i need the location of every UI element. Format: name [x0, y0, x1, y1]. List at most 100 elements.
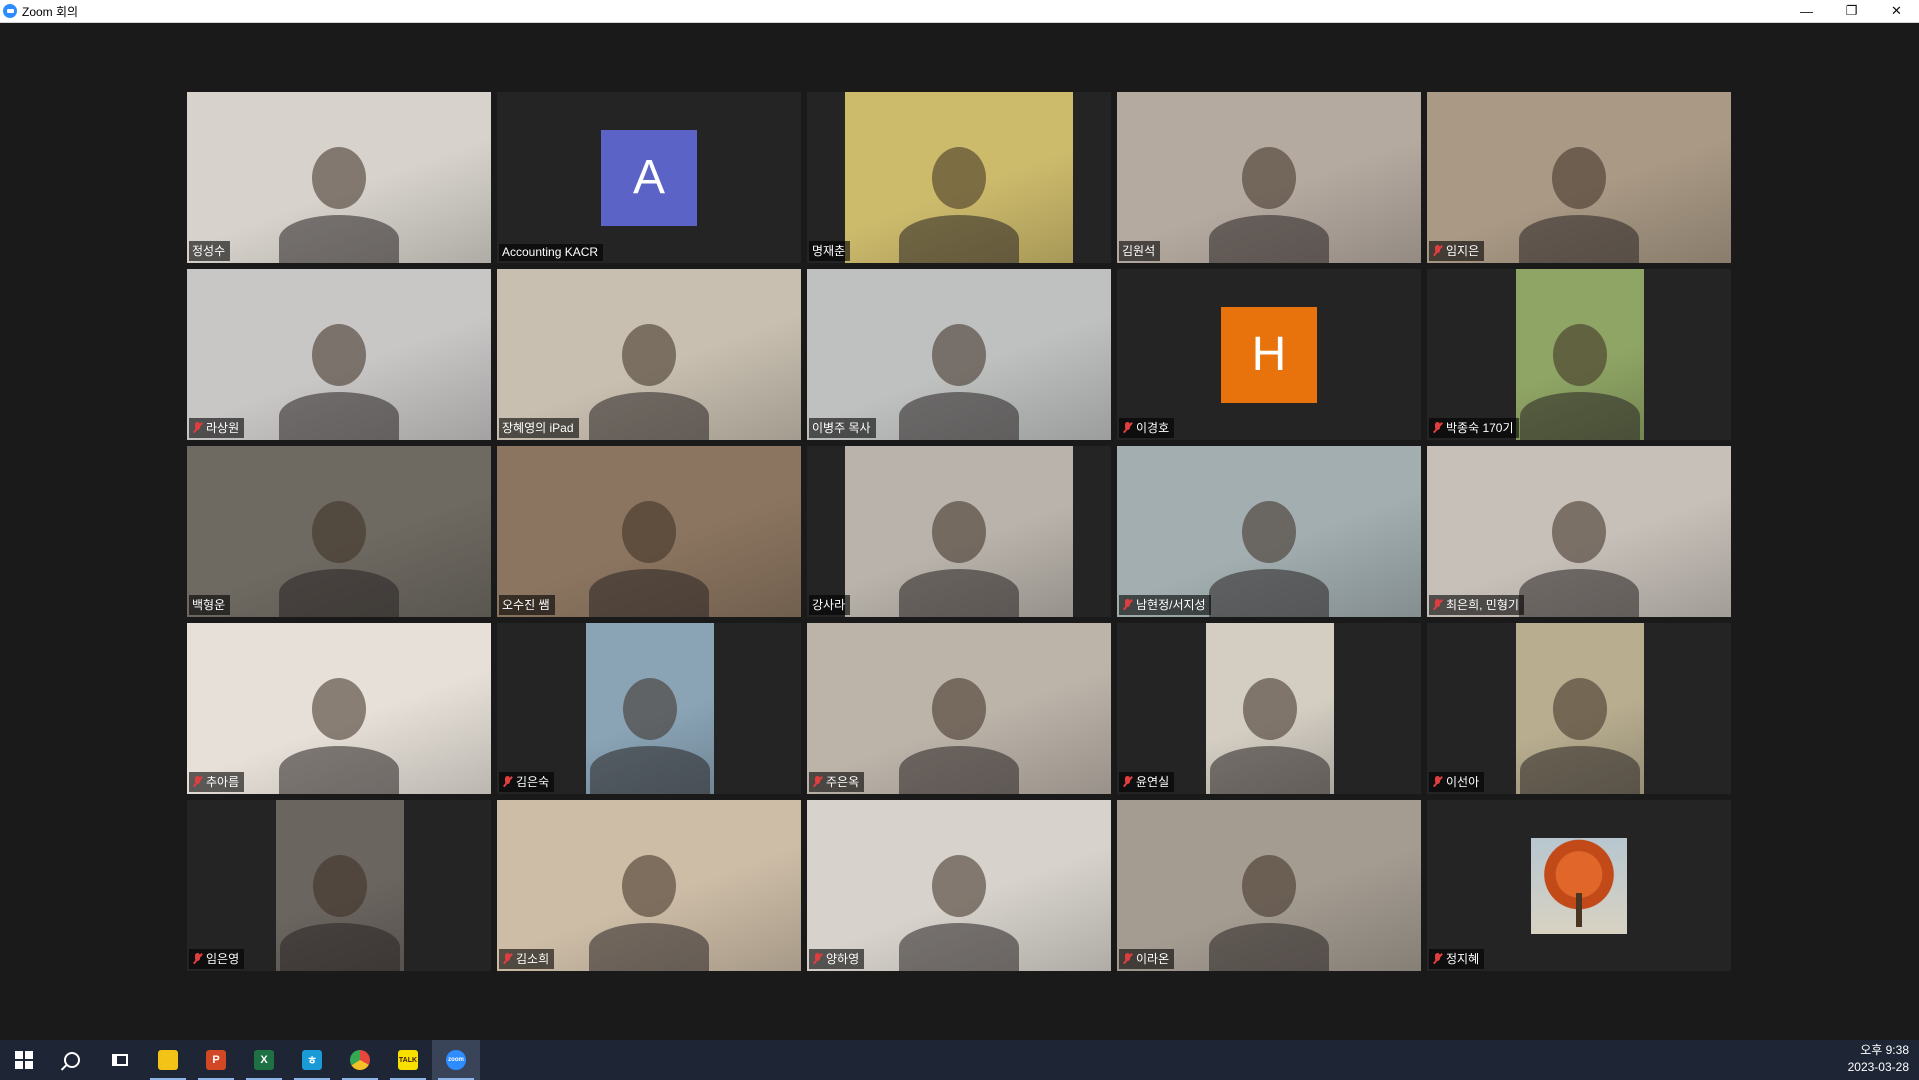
microphone-muted-icon — [1122, 953, 1133, 964]
participant-nameplate: 박종숙 170기 — [1429, 418, 1519, 438]
participant-name: 이라온 — [1136, 952, 1170, 966]
participant-tile[interactable]: 이라온 — [1117, 800, 1421, 971]
participant-name: 명재춘 — [812, 244, 846, 258]
person-silhouette — [1552, 146, 1606, 209]
participant-nameplate: 장혜영의 iPad — [499, 418, 579, 438]
participant-name: 추아름 — [206, 775, 240, 789]
participant-tile[interactable]: 명재춘 — [807, 92, 1111, 263]
person-silhouette — [279, 392, 399, 440]
participant-tile[interactable]: 백형운 — [187, 446, 491, 617]
participant-nameplate: 김원석 — [1119, 241, 1161, 261]
person-silhouette — [1553, 323, 1607, 386]
participant-name: 임지은 — [1446, 244, 1480, 258]
participant-tile[interactable]: 최은희, 민형기 — [1427, 446, 1731, 617]
participant-name: 최은희, 민형기 — [1446, 598, 1519, 612]
participant-tile[interactable]: 장혜영의 iPad — [497, 269, 801, 440]
person-silhouette — [312, 146, 366, 209]
start-button-taskbar-button[interactable] — [0, 1040, 48, 1080]
participant-tile[interactable]: 오수진 쌤 — [497, 446, 801, 617]
window-title: Zoom 회의 — [22, 4, 79, 19]
participant-tile[interactable]: 이선아 — [1427, 623, 1731, 794]
microphone-muted-icon — [1432, 776, 1443, 787]
participant-tile[interactable]: 이병주 목사 — [807, 269, 1111, 440]
participant-name: 김소희 — [516, 952, 550, 966]
zoom-icon: zoom — [446, 1050, 466, 1070]
participant-video — [187, 92, 491, 263]
participant-tile[interactable]: 임은영 — [187, 800, 491, 971]
microphone-muted-icon — [1432, 245, 1443, 256]
participant-video — [1427, 446, 1731, 617]
microphone-muted-icon — [502, 776, 513, 787]
participant-name: 정지혜 — [1446, 952, 1480, 966]
participant-tile[interactable]: 박종숙 170기 — [1427, 269, 1731, 440]
participant-tile[interactable]: 남현정/서지성 — [1117, 446, 1421, 617]
taskbar-clock[interactable]: 오후 9:38 2023-03-28 — [1848, 1042, 1909, 1078]
hangul-icon: ㅎ — [302, 1050, 322, 1070]
microphone-muted-icon — [1122, 599, 1133, 610]
participant-nameplate: 이경호 — [1119, 418, 1175, 438]
person-silhouette — [279, 746, 399, 794]
minimize-button[interactable]: — — [1784, 0, 1829, 22]
person-silhouette — [1519, 569, 1639, 617]
participant-video — [187, 623, 491, 794]
meeting-stage: 정성수 A Accounting KACR 명재춘 김원석 임지은라상원 장혜영의 iPad… — [0, 23, 1919, 1038]
close-button[interactable]: ✕ — [1874, 0, 1919, 22]
participant-tile[interactable]: 김소희 — [497, 800, 801, 971]
participant-tile[interactable]: H 이경호 — [1117, 269, 1421, 440]
person-silhouette — [312, 323, 366, 386]
file-explorer-taskbar-button[interactable] — [144, 1040, 192, 1080]
participant-tile[interactable]: 임지은 — [1427, 92, 1731, 263]
participant-video — [1516, 269, 1644, 440]
participant-video — [845, 92, 1073, 263]
participant-nameplate: 임은영 — [189, 949, 245, 969]
task-view-button-taskbar-button[interactable] — [96, 1040, 144, 1080]
powerpoint-taskbar-button[interactable]: P — [192, 1040, 240, 1080]
participant-video — [1427, 92, 1731, 263]
participant-nameplate: 임지은 — [1429, 241, 1485, 261]
person-silhouette — [932, 146, 986, 209]
person-silhouette — [932, 677, 986, 740]
person-silhouette — [313, 854, 367, 917]
participant-tile[interactable]: 양하영 — [807, 800, 1111, 971]
participant-name: 정성수 — [192, 244, 226, 258]
zoom-taskbar-button[interactable]: zoom — [432, 1040, 480, 1080]
participant-tile[interactable]: A Accounting KACR — [497, 92, 801, 263]
chrome-taskbar-button[interactable] — [336, 1040, 384, 1080]
person-silhouette — [622, 323, 676, 386]
person-silhouette — [899, 923, 1019, 971]
participant-name: 이선아 — [1446, 775, 1480, 789]
participant-name: 강사라 — [812, 598, 846, 612]
participant-tile[interactable]: 주은옥 — [807, 623, 1111, 794]
person-silhouette — [1209, 569, 1329, 617]
participant-nameplate: 정성수 — [189, 241, 231, 261]
participant-tile[interactable]: 강사라 — [807, 446, 1111, 617]
participant-nameplate: 주은옥 — [809, 772, 865, 792]
participant-video — [807, 623, 1111, 794]
person-silhouette — [1519, 215, 1639, 263]
participant-tile[interactable]: 김은숙 — [497, 623, 801, 794]
participant-name: 남현정/서지성 — [1136, 598, 1206, 612]
person-silhouette — [589, 392, 709, 440]
powerpoint-icon: P — [206, 1050, 226, 1070]
participant-video — [807, 800, 1111, 971]
participant-name: 임은영 — [206, 952, 240, 966]
participant-tile[interactable]: 김원석 — [1117, 92, 1421, 263]
clock-time: 오후 9:38 — [1860, 1043, 1909, 1057]
participant-tile[interactable]: 정성수 — [187, 92, 491, 263]
participant-name: 백형운 — [192, 598, 226, 612]
participant-name: 박종숙 170기 — [1446, 421, 1514, 435]
kakaotalk-taskbar-button[interactable]: TALK — [384, 1040, 432, 1080]
search-icon — [64, 1052, 80, 1068]
restore-button[interactable]: ❐ — [1829, 0, 1874, 22]
participant-name: 양하영 — [826, 952, 860, 966]
excel-taskbar-button[interactable]: X — [240, 1040, 288, 1080]
hangul-taskbar-button[interactable]: ㅎ — [288, 1040, 336, 1080]
participant-tile[interactable]: 추아름 — [187, 623, 491, 794]
person-silhouette — [1553, 677, 1607, 740]
search-button-taskbar-button[interactable] — [48, 1040, 96, 1080]
participant-tile[interactable]: 윤연실 — [1117, 623, 1421, 794]
participant-tile[interactable]: 라상원 — [187, 269, 491, 440]
person-silhouette — [312, 677, 366, 740]
participant-tile[interactable]: 정지혜 — [1427, 800, 1731, 971]
participant-nameplate: 김소희 — [499, 949, 555, 969]
